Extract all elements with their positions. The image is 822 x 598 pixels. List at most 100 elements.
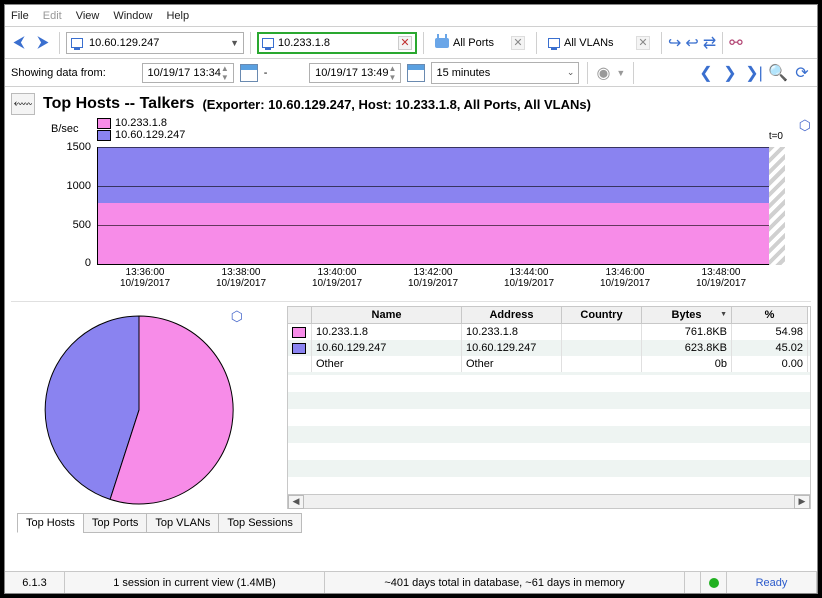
close-icon[interactable]: ✕: [398, 36, 412, 50]
from-date-value: 10/19/17 13:34: [147, 67, 220, 79]
col-address[interactable]: Address: [462, 307, 562, 324]
record-icon[interactable]: ◉: [596, 63, 610, 83]
calendar-icon[interactable]: [407, 64, 425, 82]
x-tick: 13:44:0010/19/2017: [481, 267, 577, 289]
spinner-icon[interactable]: ▲▼: [389, 64, 397, 82]
col-name[interactable]: Name: [312, 307, 462, 324]
scroll-right-icon[interactable]: ▶: [794, 495, 810, 509]
undo-arrow-icon[interactable]: ↩: [668, 33, 681, 53]
tab-top-vlans[interactable]: Top VLANs: [146, 513, 219, 533]
plot-area[interactable]: t=0: [97, 147, 769, 265]
back-button[interactable]: ⮜: [9, 33, 29, 53]
y-axis-label: B/sec: [51, 123, 79, 135]
scroll-left-icon[interactable]: ◀: [288, 495, 304, 509]
main-area: ⬳ Top Hosts -- Talkers (Exporter: 10.60.…: [5, 87, 817, 539]
to-date-value: 10/19/17 13:49: [315, 67, 388, 79]
ports-filter-pill[interactable]: All Ports ✕: [430, 32, 530, 54]
ports-filter-value: All Ports: [453, 37, 494, 49]
col-bytes[interactable]: Bytes: [642, 307, 732, 324]
pin-icon[interactable]: ⬡: [799, 117, 811, 134]
color-swatch-icon: [97, 130, 111, 141]
title-row: ⬳ Top Hosts -- Talkers (Exporter: 10.60.…: [11, 93, 811, 115]
forward-button[interactable]: ⮞: [33, 33, 53, 53]
cell-country: [562, 340, 642, 356]
separator: [633, 62, 634, 84]
legend-item-1: 10.233.1.8: [97, 117, 185, 129]
color-swatch-icon: [292, 343, 306, 354]
table-row[interactable]: 10.60.129.247 10.60.129.247 623.8KB 45.0…: [288, 340, 810, 356]
date-dash: -: [264, 67, 268, 79]
link-icon[interactable]: ⚯: [729, 33, 742, 53]
tab-top-hosts[interactable]: Top Hosts: [17, 513, 84, 533]
t0-label: t=0: [769, 131, 783, 142]
close-icon[interactable]: ✕: [636, 36, 650, 50]
cell-addr: 10.60.129.247: [462, 340, 562, 356]
x-tick: 13:36:0010/19/2017: [97, 267, 193, 289]
menu-help[interactable]: Help: [166, 10, 189, 22]
exporter-icon: [71, 38, 83, 48]
table-row[interactable]: 10.233.1.8 10.233.1.8 761.8KB 54.98: [288, 324, 810, 340]
tab-top-sessions[interactable]: Top Sessions: [218, 513, 301, 533]
chevron-down-icon: ⌄: [561, 67, 575, 78]
zoom-icon[interactable]: 🔍: [769, 64, 787, 82]
col-swatch[interactable]: [288, 307, 312, 324]
h-scrollbar[interactable]: ◀ ▶: [288, 494, 810, 508]
cell-name: Other: [312, 356, 462, 372]
menu-file[interactable]: File: [11, 10, 29, 22]
x-tick: 13:46:0010/19/2017: [577, 267, 673, 289]
time-nav-group: ❮ ❯ ❯| 🔍 ⟳: [697, 64, 811, 82]
pie-svg: [11, 306, 271, 506]
col-pct[interactable]: %: [732, 307, 808, 324]
app-window: File Edit View Window Help ⮜ ⮞ 10.60.129…: [4, 4, 818, 594]
calendar-icon[interactable]: [240, 64, 258, 82]
menu-window[interactable]: Window: [113, 10, 152, 22]
y-axis: 1500 1000 500 0: [51, 147, 95, 265]
refresh-icon[interactable]: ⟳: [793, 64, 811, 82]
legend-item-2: 10.60.129.247: [97, 129, 185, 141]
vlans-filter-pill[interactable]: All VLANs ✕: [543, 32, 655, 54]
range-combo[interactable]: 15 minutes ⌄: [431, 62, 579, 84]
cell-pct: 54.98: [732, 324, 808, 340]
filter-toolbar: ⮜ ⮞ 10.60.129.247 ▼ 10.233.1.8 ✕ All Por…: [5, 27, 817, 59]
chevron-down-icon[interactable]: ▼: [616, 68, 625, 78]
legend-label: 10.60.129.247: [115, 129, 185, 141]
series-1-area: [98, 203, 769, 264]
to-date-field[interactable]: 10/19/17 13:49 ▲▼: [309, 63, 401, 83]
y-tick: 1500: [67, 141, 91, 153]
x-tick: 13:42:0010/19/2017: [385, 267, 481, 289]
prev-button[interactable]: ❮: [697, 64, 715, 82]
vlans-filter-value: All VLANs: [564, 37, 614, 49]
table-row[interactable]: Other Other 0b 0.00: [288, 356, 810, 372]
page-subtitle: (Exporter: 10.60.129.247, Host: 10.233.1…: [202, 97, 590, 112]
close-icon[interactable]: ✕: [511, 36, 525, 50]
chart-type-button[interactable]: ⬳: [11, 93, 35, 115]
status-db: ~401 days total in database, ~61 days in…: [325, 572, 685, 593]
menu-view[interactable]: View: [76, 10, 100, 22]
page-title: Top Hosts -- Talkers: [43, 95, 194, 113]
x-tick: 13:38:0010/19/2017: [193, 267, 289, 289]
from-date-field[interactable]: 10/19/17 13:34 ▲▼: [142, 63, 234, 83]
next-button[interactable]: ❯: [721, 64, 739, 82]
status-version: 6.1.3: [5, 572, 65, 593]
time-toolbar: Showing data from: 10/19/17 13:34 ▲▼ - 1…: [5, 59, 817, 87]
separator: [423, 32, 424, 54]
tab-top-ports[interactable]: Top Ports: [83, 513, 147, 533]
menu-edit[interactable]: Edit: [43, 10, 62, 22]
status-bar: 6.1.3 1 session in current view (1.4MB) …: [5, 571, 817, 593]
col-country[interactable]: Country: [562, 307, 642, 324]
legend-label: 10.233.1.8: [115, 117, 167, 129]
separator: [536, 32, 537, 54]
host-filter-pill[interactable]: 10.233.1.8 ✕: [257, 32, 417, 54]
gridline: [98, 147, 769, 148]
sync-arrows-icon[interactable]: ⇄: [703, 33, 716, 53]
pie-chart: ⬡: [11, 306, 283, 509]
exporter-combo[interactable]: 10.60.129.247 ▼: [66, 32, 244, 54]
spinner-icon[interactable]: ▲▼: [221, 64, 229, 82]
separator: [250, 32, 251, 54]
skip-end-button[interactable]: ❯|: [745, 64, 763, 82]
cell-pct: 45.02: [732, 340, 808, 356]
range-value: 15 minutes: [436, 67, 490, 79]
status-spacer: [685, 572, 701, 593]
redo-arrow-icon[interactable]: ↩: [685, 33, 698, 53]
pin-icon[interactable]: ⬡: [231, 308, 243, 325]
